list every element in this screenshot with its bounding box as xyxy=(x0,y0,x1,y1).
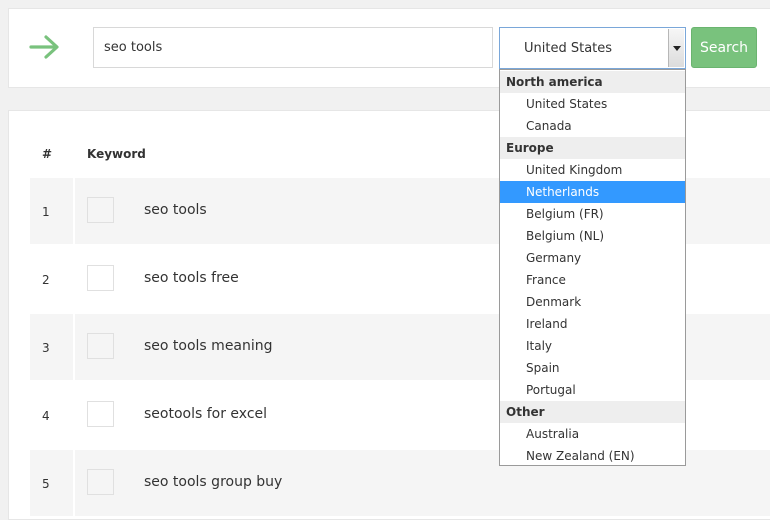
row-checkbox[interactable] xyxy=(87,333,114,359)
option-france[interactable]: France xyxy=(500,269,685,291)
group-label-other: Other xyxy=(500,401,685,423)
option-australia[interactable]: Australia xyxy=(500,423,685,445)
row-keyword: seo tools xyxy=(144,202,207,218)
row-number: 3 xyxy=(42,341,50,355)
search-button[interactable]: Search xyxy=(691,27,757,68)
option-united-states[interactable]: United States xyxy=(500,93,685,115)
option-belgium-nl[interactable]: Belgium (NL) xyxy=(500,225,685,247)
option-netherlands[interactable]: Netherlands xyxy=(500,181,685,203)
row-number: 5 xyxy=(42,477,50,491)
row-keyword: seo tools free xyxy=(144,270,239,286)
option-spain[interactable]: Spain xyxy=(500,357,685,379)
option-denmark[interactable]: Denmark xyxy=(500,291,685,313)
option-germany[interactable]: Germany xyxy=(500,247,685,269)
group-label-europe: Europe xyxy=(500,137,685,159)
row-keyword: seo tools group buy xyxy=(144,474,283,490)
row-number: 1 xyxy=(42,205,50,219)
row-number: 4 xyxy=(42,409,50,423)
option-united-kingdom[interactable]: United Kingdom xyxy=(500,159,685,181)
row-keyword: seotools for excel xyxy=(144,406,268,422)
row-checkbox[interactable] xyxy=(87,469,114,495)
chevron-down-icon xyxy=(673,46,681,51)
group-label-north-america: North america xyxy=(500,71,685,93)
option-belgium-fr[interactable]: Belgium (FR) xyxy=(500,203,685,225)
keyword-search-input[interactable] xyxy=(93,27,493,68)
row-checkbox[interactable] xyxy=(87,197,114,223)
country-select-value: United States xyxy=(524,41,613,56)
option-italy[interactable]: Italy xyxy=(500,335,685,357)
row-checkbox[interactable] xyxy=(87,265,114,291)
option-new-zealand-en[interactable]: New Zealand (EN) xyxy=(500,445,685,467)
option-ireland[interactable]: Ireland xyxy=(500,313,685,335)
row-checkbox[interactable] xyxy=(87,401,114,427)
option-portugal[interactable]: Portugal xyxy=(500,379,685,401)
column-header-number: # xyxy=(42,147,53,161)
arrow-right-icon xyxy=(29,35,59,59)
country-select[interactable]: United States xyxy=(499,27,686,69)
column-header-keyword: Keyword xyxy=(87,147,146,161)
country-dropdown-list: North america United States Canada Europ… xyxy=(499,69,686,466)
row-keyword: seo tools meaning xyxy=(144,338,273,354)
option-canada[interactable]: Canada xyxy=(500,115,685,137)
select-toggle-button[interactable] xyxy=(668,29,684,67)
row-number: 2 xyxy=(42,273,50,287)
